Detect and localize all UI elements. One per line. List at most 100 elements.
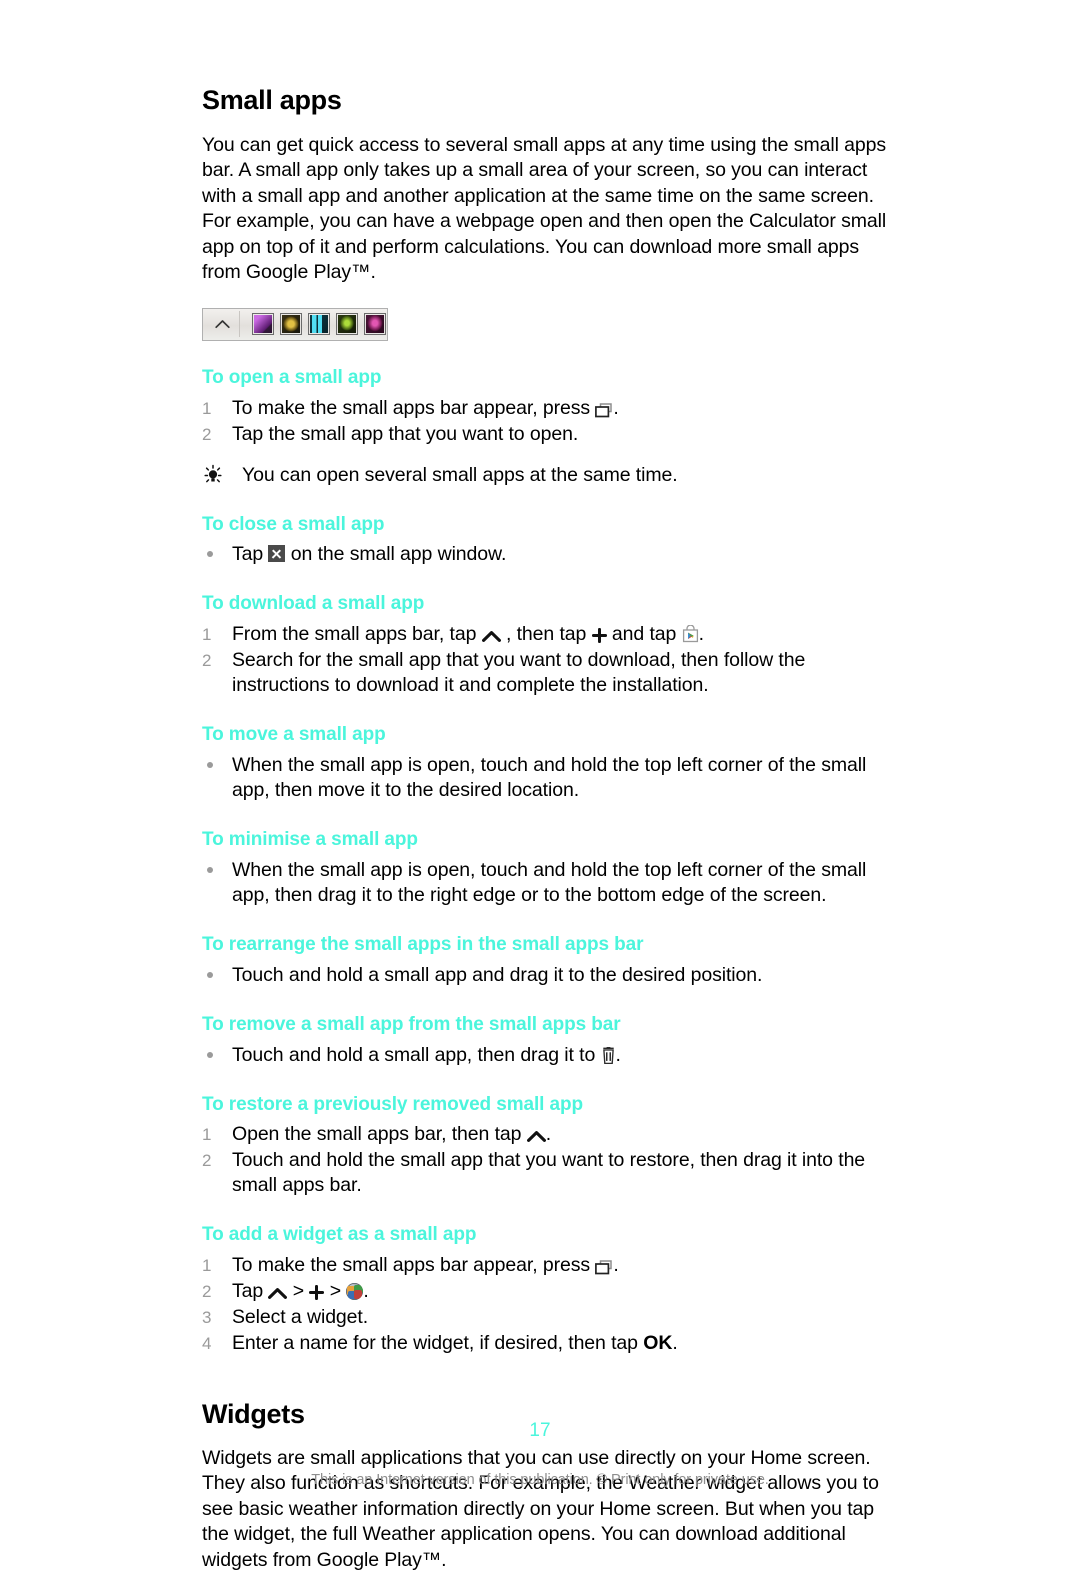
small-apps-bar-icon-list — [252, 313, 386, 336]
widgets-intro-paragraph: Widgets are small applications that you … — [202, 1446, 879, 1571]
small-apps-bar — [202, 307, 388, 341]
step-number: 2 — [202, 1151, 212, 1171]
bullets-move-small-app: When the small app is open, touch and ho… — [202, 753, 902, 803]
bullet-dot — [207, 971, 213, 978]
step-text: Touch and hold the small app that you wa… — [232, 1149, 866, 1197]
step-number: 1 — [202, 398, 212, 418]
step-text: Enter a name for the widget, if desired,… — [232, 1332, 644, 1355]
task-heading-open-small-app: To open a small app — [202, 366, 382, 388]
bullets-close-small-app: Tap on the small app window. — [202, 542, 902, 567]
step-text-tail: . — [613, 1254, 619, 1277]
bullet-text-tail: . — [615, 1043, 621, 1066]
step-item: 2 Search for the small app that you want … — [202, 648, 902, 698]
steps-add-widget-small-app: 1 To make the small apps bar appear, pres… — [202, 1253, 902, 1356]
step-text: To make the small apps bar appear, press — [232, 1254, 596, 1277]
task-heading-restore-small-app: To restore a previously removed small ap… — [202, 1093, 583, 1115]
trash-icon — [601, 1046, 616, 1064]
task-heading-download-small-app: To download a small app — [202, 593, 425, 615]
step-number: 4 — [202, 1334, 212, 1354]
step-text-tail: . — [363, 1280, 369, 1303]
step-item: 1 Open the small apps bar, then tap . — [202, 1122, 902, 1147]
step-item: 2 Tap > > . — [202, 1279, 902, 1304]
steps-download-small-app: 1 From the small apps bar, tap , then tap… — [202, 622, 902, 698]
widget-globe-icon — [346, 1283, 364, 1301]
bullet-text-tail: on the small app window. — [285, 543, 507, 566]
bullets-remove-small-app: Touch and hold a small app, then drag it… — [202, 1043, 902, 1068]
step-item: 2 Touch and hold the small app that you w… — [202, 1148, 902, 1198]
step-number: 2 — [202, 651, 212, 671]
step-text: To make the small apps bar appear, press — [232, 396, 596, 419]
page-content: Small apps You can get quick access to s… — [202, 85, 902, 1573]
recents-icon — [595, 402, 613, 418]
step-text: Tap — [232, 1280, 269, 1303]
task-heading-move-small-app: To move a small app — [202, 724, 386, 746]
step-text-mid2: and tap — [606, 623, 682, 646]
bullet-dot — [207, 1051, 213, 1058]
page-number: 17 — [529, 1420, 551, 1441]
footer-disclaimer: This is an Internet version of this publ… — [311, 1472, 769, 1488]
chevron-up-icon — [526, 1130, 546, 1143]
step-text: Open the small apps bar, then tap — [232, 1123, 527, 1146]
step-number: 2 — [202, 1282, 212, 1302]
step-item: 1 From the small apps bar, tap , then tap… — [202, 622, 902, 647]
step-number: 1 — [202, 1256, 212, 1276]
step-item: 1 To make the small apps bar appear, pres… — [202, 1253, 902, 1278]
small-app-icon-3 — [308, 313, 330, 336]
bullets-minimise-small-app: When the small app is open, touch and ho… — [202, 858, 902, 908]
bullet-text: When the small app is open, touch and ho… — [232, 858, 867, 906]
list-item: Tap on the small app window. — [202, 542, 902, 567]
step-item: 3 Select a widget. — [202, 1305, 902, 1330]
small-apps-bar-divider — [239, 311, 240, 338]
plus-icon — [309, 1285, 325, 1301]
step-item: 2 Tap the small app that you want to open… — [202, 422, 902, 447]
bullet-dot — [207, 762, 213, 769]
small-apps-intro-paragraph: You can get quick access to several smal… — [202, 133, 887, 284]
step-text-mid: , then tap — [500, 623, 592, 646]
small-app-icon-5 — [364, 313, 386, 336]
bullets-rearrange-small-apps: Touch and hold a small app and drag it t… — [202, 963, 902, 988]
list-item: Touch and hold a small app and drag it t… — [202, 963, 902, 988]
step-text-mid2: > — [324, 1280, 347, 1303]
step-text: Tap the small app that you want to open. — [232, 422, 579, 445]
step-text-tail: . — [545, 1123, 552, 1146]
bullet-dot — [207, 866, 213, 873]
lightbulb-icon — [202, 464, 224, 493]
small-app-icon-2 — [280, 313, 302, 336]
task-heading-remove-small-app: To remove a small app from the small app… — [202, 1013, 621, 1035]
document-page: Small apps You can get quick access to s… — [0, 0, 1080, 1571]
step-item: 1 To make the small apps bar appear, pres… — [202, 396, 902, 421]
list-item: Touch and hold a small app, then drag it… — [202, 1043, 902, 1068]
tip-open-small-app: You can open several small apps at the s… — [202, 463, 902, 488]
step-text: Search for the small app that you want t… — [232, 649, 806, 697]
step-text-tail: . — [672, 1332, 678, 1355]
bullet-text: Touch and hold a small app and drag it t… — [232, 963, 763, 986]
step-text-tail: . — [698, 623, 704, 646]
small-apps-bar-figure — [202, 307, 902, 341]
ok-label: OK — [643, 1332, 673, 1355]
list-item: When the small app is open, touch and ho… — [202, 753, 902, 803]
tip-text: You can open several small apps at the s… — [242, 463, 678, 486]
step-item: 4 Enter a name for the widget, if desired… — [202, 1331, 902, 1356]
close-x-icon — [268, 545, 286, 563]
small-app-icon-4 — [336, 313, 358, 336]
step-number: 3 — [202, 1308, 212, 1328]
play-store-icon — [682, 625, 699, 643]
chevron-up-icon — [211, 319, 233, 329]
step-text: Select a widget. — [232, 1306, 369, 1329]
task-heading-rearrange-small-apps: To rearrange the small apps in the small… — [202, 933, 644, 955]
step-text-mid: > — [287, 1280, 310, 1303]
small-app-icon-1 — [252, 313, 274, 336]
bullet-text: Touch and hold a small app, then drag it… — [232, 1043, 601, 1066]
steps-restore-small-app: 1 Open the small apps bar, then tap . 2 To… — [202, 1122, 902, 1198]
step-text: From the small apps bar, tap — [232, 623, 482, 646]
task-heading-close-small-app: To close a small app — [202, 513, 385, 535]
step-number: 2 — [202, 424, 212, 444]
chevron-up-icon — [481, 630, 501, 643]
chevron-up-icon — [268, 1287, 288, 1300]
bullet-text: When the small app is open, touch and ho… — [232, 754, 867, 802]
bullet-text: Tap — [232, 543, 269, 566]
plus-icon — [591, 628, 607, 644]
list-item: When the small app is open, touch and ho… — [202, 858, 902, 908]
step-text-tail: . — [613, 396, 619, 419]
step-number: 1 — [202, 625, 212, 645]
